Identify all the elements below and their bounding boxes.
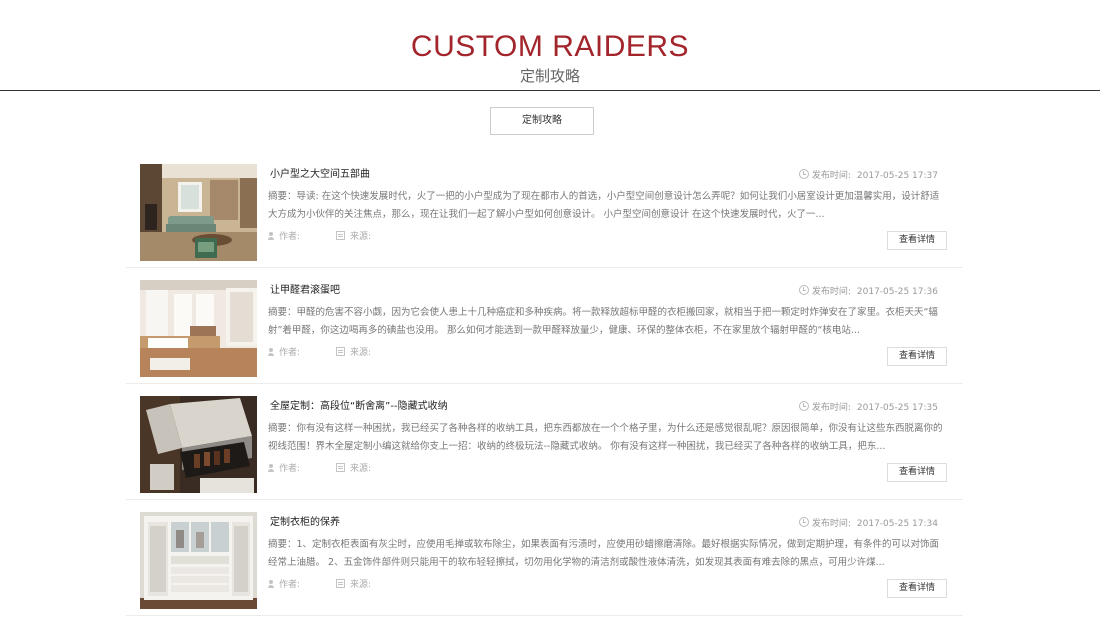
list-item: 全屋定制：高段位“断舍离”--隐藏式收纳 发布时间: 2017-05-25 17:… [126, 384, 963, 500]
clock-icon [798, 285, 809, 295]
article-summary: 摘要：导读: 在这个快速发展时代，火了一把的小户型成为了现在都市人的首选，小户型… [268, 191, 940, 220]
clock-icon [798, 169, 809, 179]
source-label: 来源: [350, 232, 372, 242]
article-title[interactable]: 小户型之大空间五部曲 [270, 168, 370, 182]
clock-icon [798, 401, 809, 411]
author-icon [268, 348, 274, 356]
article-summary: 摘要：1、定制衣柜表面有灰尘时，应使用毛掸或软布除尘，如果表面有污渍时，应使用砂… [268, 539, 940, 568]
view-details-button[interactable]: 查看详情 [887, 231, 947, 250]
publish-date-value: 2017-05-25 17:36 [856, 287, 938, 297]
publish-date-label: 发布时间: [811, 403, 851, 413]
author-label: 作者: [279, 464, 301, 474]
source-icon [336, 231, 346, 240]
page-header: CUSTOM RAIDERS 定制攻略 [0, 0, 1100, 91]
list-item: 定制衣柜的保养 发布时间: 2017-05-25 17:34 摘要：1、定制衣柜表… [126, 500, 963, 616]
source-label: 来源: [350, 348, 372, 358]
author-label: 作者: [279, 232, 301, 242]
page-title-cn: 定制攻略 [519, 67, 580, 85]
source-icon [336, 347, 346, 356]
publish-date: 发布时间: 2017-05-25 17:37 [798, 169, 938, 183]
source-icon [336, 579, 346, 588]
source-icon [336, 463, 346, 472]
article-thumbnail-bedroom[interactable] [140, 280, 257, 377]
article-title[interactable]: 定制衣柜的保养 [270, 516, 340, 530]
publish-date-value: 2017-05-25 17:37 [856, 171, 938, 181]
author-label: 作者: [279, 348, 301, 358]
view-details-button[interactable]: 查看详情 [887, 579, 947, 598]
article-meta: 作者: 来源: [268, 347, 371, 359]
source-label: 来源: [350, 580, 372, 590]
source-label: 来源: [350, 464, 372, 474]
tab-custom-raiders[interactable]: 定制攻略 [490, 107, 594, 135]
view-details-button[interactable]: 查看详情 [887, 347, 947, 366]
article-meta: 作者: 来源: [268, 463, 371, 475]
clock-icon [798, 517, 809, 527]
article-title[interactable]: 让甲醛君滚蛋吧 [270, 284, 340, 298]
author-label: 作者: [279, 580, 301, 590]
publish-date-value: 2017-05-25 17:35 [856, 403, 938, 413]
article-meta: 作者: 来源: [268, 231, 371, 243]
article-thumbnail-living-room[interactable] [140, 164, 257, 261]
article-thumbnail-wardrobe[interactable] [140, 512, 257, 609]
article-title[interactable]: 全屋定制：高段位“断舍离”--隐藏式收纳 [270, 400, 448, 414]
article-list: 小户型之大空间五部曲 发布时间: 2017-05-25 17:37 摘要：导读: … [126, 152, 963, 616]
page-title-en: CUSTOM RAIDERS [410, 30, 690, 63]
publish-date: 发布时间: 2017-05-25 17:35 [798, 401, 938, 415]
list-item: 小户型之大空间五部曲 发布时间: 2017-05-25 17:37 摘要：导读: … [126, 152, 963, 268]
publish-date-label: 发布时间: [811, 287, 851, 297]
author-icon [268, 580, 274, 588]
article-meta: 作者: 来源: [268, 579, 371, 591]
article-thumbnail-drawer[interactable] [140, 396, 257, 493]
list-item: 让甲醛君滚蛋吧 发布时间: 2017-05-25 17:36 摘要：甲醛的危害不容… [126, 268, 963, 384]
author-icon [268, 232, 274, 240]
publish-date-label: 发布时间: [811, 171, 851, 181]
publish-date: 发布时间: 2017-05-25 17:36 [798, 285, 938, 299]
article-summary: 摘要：你有没有这样一种困扰，我已经买了各种各样的收纳工具，把东西都放在一个个格子… [268, 423, 943, 452]
article-summary: 摘要：甲醛的危害不容小觑，因为它会使人患上十几种癌症和多种疾病。将一款释放超标甲… [268, 307, 938, 336]
publish-date-value: 2017-05-25 17:34 [856, 519, 938, 529]
view-details-button[interactable]: 查看详情 [887, 463, 947, 482]
author-icon [268, 464, 274, 472]
publish-date: 发布时间: 2017-05-25 17:34 [798, 517, 938, 531]
publish-date-label: 发布时间: [811, 519, 851, 529]
